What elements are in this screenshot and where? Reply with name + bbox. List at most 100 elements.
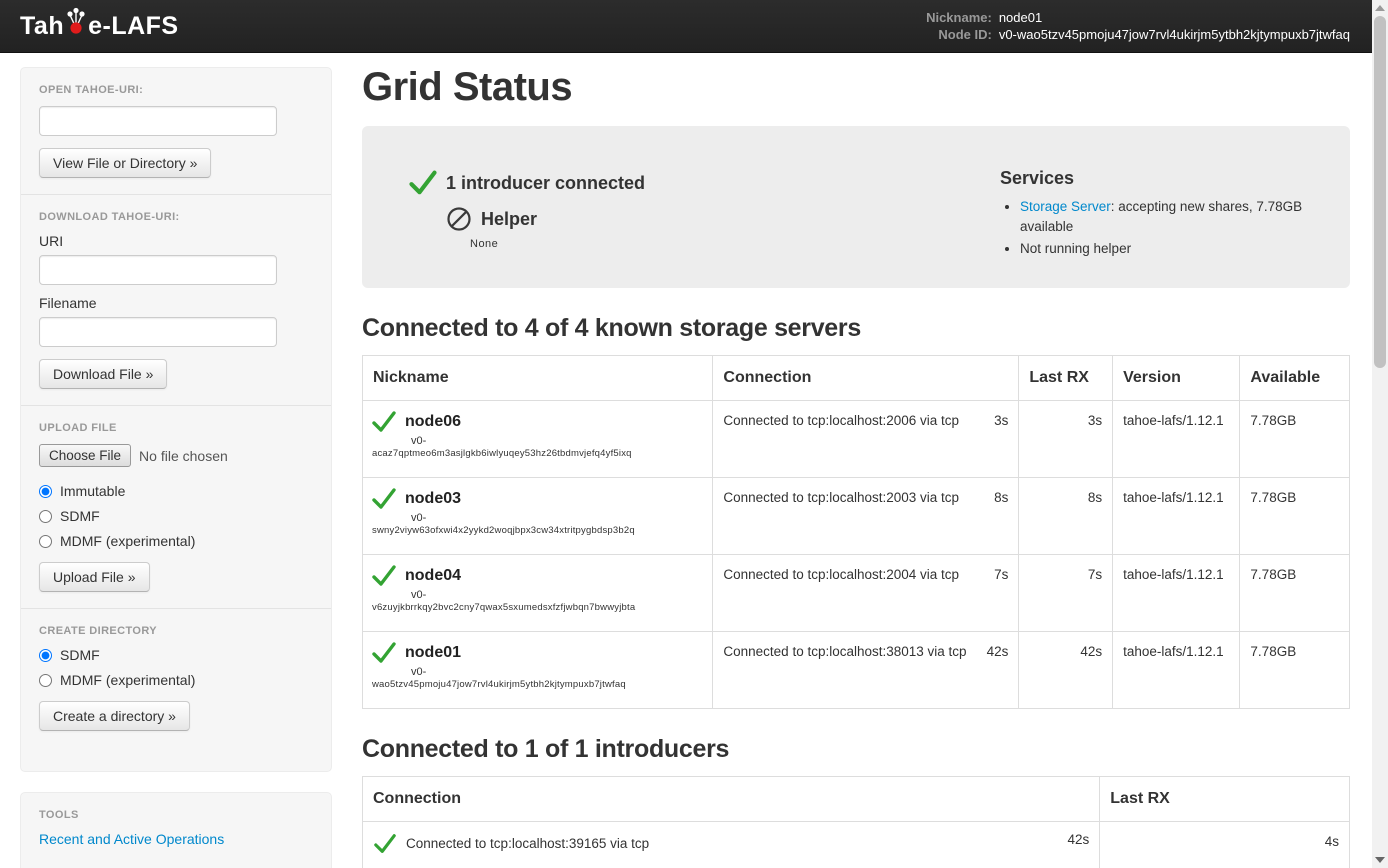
server-nickname: node01 <box>405 644 461 662</box>
upload-immutable-radio[interactable] <box>39 485 52 498</box>
tools-panel: TOOLS Recent and Active Operations <box>20 792 332 868</box>
node-id-value: v0-wao5tzv45pmoju47jow7rvl4ukirjm5ytbh2k… <box>999 27 1350 43</box>
grid-status-summary: 1 introducer connected Helper None Servi… <box>362 126 1350 288</box>
check-icon <box>371 640 397 666</box>
helper-status-text: Not running helper <box>1020 241 1131 256</box>
connection-text: Connected to tcp:localhost:39165 via tcp <box>406 836 649 851</box>
upload-mdmf-radio[interactable] <box>39 535 52 548</box>
server-id-prefix: v0- <box>411 589 706 601</box>
tools-label: TOOLS <box>39 809 313 821</box>
col-version: Version <box>1113 355 1240 400</box>
table-row: node03 v0- swny2viyw63ofxwi4x2yykd2woqjb… <box>363 477 1350 554</box>
connection-text: Connected to tcp:localhost:2006 via tcp <box>723 413 959 428</box>
mkdir-sdmf-label[interactable]: SDMF <box>60 647 100 663</box>
server-id-hash: v6zuyjkbrrkqy2bvc2cny7qwax5sxumedsxfzfjw… <box>372 602 706 613</box>
check-icon <box>371 486 397 512</box>
check-icon <box>371 563 397 589</box>
scrollbar-thumb[interactable] <box>1374 16 1386 368</box>
table-row: Connected to tcp:localhost:39165 via tcp… <box>363 821 1350 868</box>
check-icon <box>408 168 438 198</box>
service-helper-item: Not running helper <box>1020 239 1330 259</box>
open-tahoe-uri-label: OPEN TAHOE-URI: <box>39 84 313 96</box>
storage-servers-heading: Connected to 4 of 4 known storage server… <box>362 314 1350 343</box>
col-available: Available <box>1240 355 1350 400</box>
create-directory-section: CREATE DIRECTORY SDMF MDMF (experimental… <box>21 609 331 771</box>
server-id-prefix: v0- <box>411 435 706 447</box>
upload-immutable-label[interactable]: Immutable <box>60 483 125 499</box>
create-directory-button[interactable]: Create a directory » <box>39 701 190 731</box>
connection-text: Connected to tcp:localhost:2003 via tcp <box>723 490 959 505</box>
sidebar-forms-panel: OPEN TAHOE-URI: View File or Directory »… <box>20 67 332 772</box>
available-value: 7.78GB <box>1240 631 1350 708</box>
page-title: Grid Status <box>362 65 1350 110</box>
top-navbar: Tah e-LAFS Nickname: node01 Node ID: v0-… <box>0 0 1388 53</box>
connection-age: 7s <box>994 567 1008 582</box>
helper-title: Helper <box>481 209 537 230</box>
node-id-label: Node ID: <box>926 27 992 43</box>
connection-age: 8s <box>994 490 1008 505</box>
version-value: tahoe-lafs/1.12.1 <box>1113 400 1240 477</box>
connection-text: Connected to tcp:localhost:2004 via tcp <box>723 567 959 582</box>
server-id-hash: acaz7qptmeo6m3asjlgkb6iwlyuqey53hz26tbdm… <box>372 448 706 459</box>
open-tahoe-uri-input[interactable] <box>39 106 277 136</box>
introducers-heading: Connected to 1 of 1 introducers <box>362 735 1350 764</box>
vertical-scrollbar[interactable] <box>1372 0 1388 868</box>
check-icon <box>373 832 397 856</box>
scroll-up-arrow-icon[interactable] <box>1375 5 1385 11</box>
introducers-table: Connection Last RX Connected to tcp:loca… <box>362 776 1350 868</box>
upload-mdmf-label[interactable]: MDMF (experimental) <box>60 533 195 549</box>
server-id-hash: swny2viyw63ofxwi4x2yykd2woqjbpx3cw34xtri… <box>372 525 706 536</box>
check-icon <box>371 409 397 435</box>
last-rx-value: 4s <box>1100 821 1350 868</box>
col-connection: Connection <box>713 355 1019 400</box>
mkdir-sdmf-radio[interactable] <box>39 649 52 662</box>
download-file-button[interactable]: Download File » <box>39 359 167 389</box>
mkdir-mdmf-radio[interactable] <box>39 674 52 687</box>
open-tahoe-uri-section: OPEN TAHOE-URI: View File or Directory » <box>21 68 331 195</box>
node-meta: Nickname: node01 Node ID: v0-wao5tzv45pm… <box>926 10 1350 43</box>
download-uri-input[interactable] <box>39 255 277 285</box>
connection-age: 42s <box>1068 832 1090 847</box>
server-nickname: node03 <box>405 490 461 508</box>
last-rx-value: 8s <box>1019 477 1113 554</box>
uri-field-label: URI <box>39 233 313 249</box>
upload-file-section: UPLOAD FILE Choose File No file chosen I… <box>21 406 331 609</box>
recent-operations-link[interactable]: Recent and Active Operations <box>39 831 224 847</box>
tahoe-lafs-logo[interactable]: Tah e-LAFS <box>20 12 179 41</box>
helper-value: None <box>470 238 1000 250</box>
main-content: Grid Status 1 introducer connected <box>362 53 1350 868</box>
scroll-down-arrow-icon[interactable] <box>1375 857 1385 863</box>
introducer-status-text: 1 introducer connected <box>446 173 645 194</box>
sidebar: OPEN TAHOE-URI: View File or Directory »… <box>20 67 332 868</box>
server-id-prefix: v0- <box>411 512 706 524</box>
available-value: 7.78GB <box>1240 477 1350 554</box>
view-file-or-directory-button[interactable]: View File or Directory » <box>39 148 211 178</box>
logo-text-suffix: e-LAFS <box>88 12 179 41</box>
server-id-hash: wao5tzv45pmoju47jow7rvl4ukirjm5ytbh2kjty… <box>372 679 706 690</box>
download-tahoe-uri-section: DOWNLOAD TAHOE-URI: URI Filename Downloa… <box>21 195 331 406</box>
storage-servers-table: Nickname Connection Last RX Version Avai… <box>362 355 1350 709</box>
upload-sdmf-label[interactable]: SDMF <box>60 508 100 524</box>
upload-file-button[interactable]: Upload File » <box>39 562 150 592</box>
server-id-prefix: v0- <box>411 666 706 678</box>
version-value: tahoe-lafs/1.12.1 <box>1113 477 1240 554</box>
file-chosen-status: No file chosen <box>139 448 228 464</box>
nickname-label: Nickname: <box>926 10 992 26</box>
upload-sdmf-radio[interactable] <box>39 510 52 523</box>
table-row: node01 v0- wao5tzv45pmoju47jow7rvl4ukirj… <box>363 631 1350 708</box>
last-rx-value: 7s <box>1019 554 1113 631</box>
tahoe-tree-icon <box>65 6 87 36</box>
available-value: 7.78GB <box>1240 554 1350 631</box>
version-value: tahoe-lafs/1.12.1 <box>1113 631 1240 708</box>
table-row: node04 v0- v6zuyjkbrrkqy2bvc2cny7qwax5sx… <box>363 554 1350 631</box>
storage-server-link[interactable]: Storage Server <box>1020 199 1111 214</box>
connection-age: 3s <box>994 413 1008 428</box>
download-filename-input[interactable] <box>39 317 277 347</box>
choose-file-button[interactable]: Choose File <box>39 444 131 467</box>
server-nickname: node04 <box>405 567 461 585</box>
col-connection: Connection <box>363 776 1100 821</box>
version-value: tahoe-lafs/1.12.1 <box>1113 554 1240 631</box>
mkdir-mdmf-label[interactable]: MDMF (experimental) <box>60 672 195 688</box>
last-rx-value: 3s <box>1019 400 1113 477</box>
tools-section: TOOLS Recent and Active Operations <box>21 793 331 868</box>
